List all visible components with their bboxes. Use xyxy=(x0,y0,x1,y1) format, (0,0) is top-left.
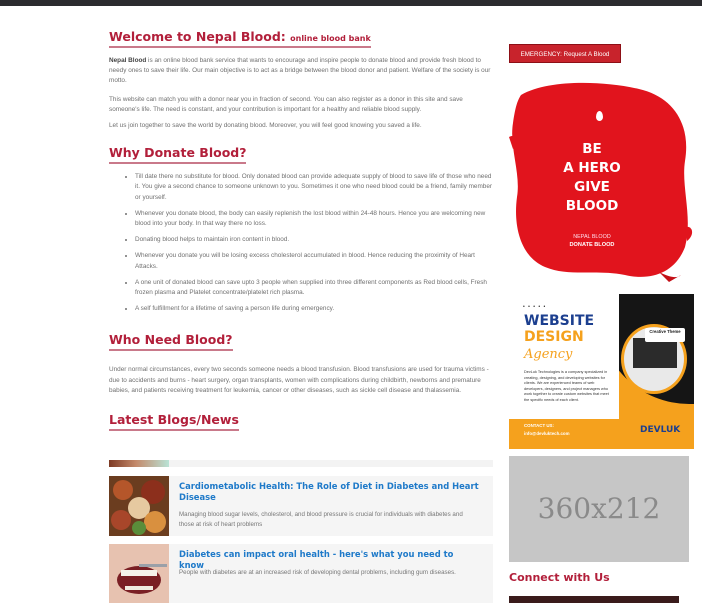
who-needs-heading: Who Need Blood? xyxy=(109,332,233,352)
why-donate-item: Whenever you donate you will be losing e… xyxy=(135,251,495,271)
ad-headline: WEBSITE xyxy=(524,313,595,329)
connect-heading: Connect with Us xyxy=(509,571,610,584)
welcome-heading-text: Welcome to Nepal Blood: xyxy=(109,29,286,44)
blog-card-partial[interactable] xyxy=(109,460,493,467)
brand-name: Nepal Blood xyxy=(109,57,147,64)
why-donate-item: A one unit of donated blood can save upt… xyxy=(135,278,495,298)
ad-contact-label: CONTACT US: xyxy=(524,423,554,428)
blood-drop-icon xyxy=(596,111,603,121)
blog-card[interactable]: Cardiometabolic Health: The Role of Diet… xyxy=(109,476,493,536)
blog-thumbnail-oral[interactable] xyxy=(109,544,169,603)
hero-line: BLOOD xyxy=(565,198,619,214)
ad-brand-logo: DEVLUK xyxy=(640,425,681,435)
ad-contact: CONTACT US: info@devluktech.com xyxy=(524,422,570,438)
hero-line: GIVE xyxy=(574,179,610,195)
hero-subtitle: DONATE BLOOD xyxy=(569,242,615,248)
blog-card[interactable]: Diabetes can impact oral health - here's… xyxy=(109,544,493,603)
hero-line: BE xyxy=(582,141,602,157)
welcome-heading: Welcome to Nepal Blood: online blood ban… xyxy=(109,29,371,48)
welcome-p1-text: is an online blood bank service that wan… xyxy=(109,57,491,85)
why-donate-list: Till date there no substitute for blood.… xyxy=(109,172,495,314)
monitor-screen xyxy=(633,338,677,368)
blog-thumbnail-food[interactable] xyxy=(109,476,169,536)
blog-title-link[interactable]: Cardiometabolic Health: The Role of Diet… xyxy=(179,481,479,503)
social-widget[interactable] xyxy=(509,596,679,603)
ad-contact-email: info@devluktech.com xyxy=(524,431,570,436)
welcome-paragraph-1: Nepal Blood is an online blood bank serv… xyxy=(109,56,495,87)
top-bar xyxy=(0,0,702,6)
main-content: Welcome to Nepal Blood: online blood ban… xyxy=(109,28,495,432)
why-donate-item: Till date there no substitute for blood.… xyxy=(135,172,495,203)
ad-placeholder[interactable]: 360x212 xyxy=(509,456,689,562)
emergency-request-button[interactable]: EMERGENCY: Request A Blood xyxy=(509,44,621,63)
why-donate-item: A self fulfillment for a lifetime of sav… xyxy=(135,304,495,314)
welcome-paragraph-3: Let us join together to save the world b… xyxy=(109,122,422,130)
hero-slogan: BE A HERO GIVE BLOOD xyxy=(552,140,632,216)
latest-blogs-heading: Latest Blogs/News xyxy=(109,412,239,432)
hero-line: A HERO xyxy=(563,160,621,176)
ad-headline: Agency xyxy=(524,347,573,362)
web-design-ad[interactable]: • • • • • WEBSITE DESIGN Agency DevLuk T… xyxy=(509,294,694,449)
who-needs-text: Under normal circumstances, every two se… xyxy=(109,366,489,394)
blog-description: Managing blood sugar levels, cholesterol… xyxy=(179,511,463,528)
blog-description: People with diabetes are at an increased… xyxy=(179,569,456,576)
ad-copy: DevLuk Technologies is a company special… xyxy=(524,370,609,402)
hero-subtitle: NEPAL BLOOD xyxy=(573,234,611,240)
why-donate-heading: Why Donate Blood? xyxy=(109,145,247,165)
ad-badge: Creative Theme xyxy=(645,328,685,342)
welcome-paragraph-2: This website can match you with a donor … xyxy=(109,95,463,113)
why-donate-item: Donating blood helps to maintain iron co… xyxy=(135,235,495,245)
ad-headline: DESIGN xyxy=(524,329,584,345)
welcome-heading-suffix: online blood bank xyxy=(290,34,371,43)
ad-dots: • • • • • xyxy=(523,304,547,310)
blog-thumbnail[interactable] xyxy=(109,460,169,467)
why-donate-item: Whenever you donate blood, the body can … xyxy=(135,209,495,229)
